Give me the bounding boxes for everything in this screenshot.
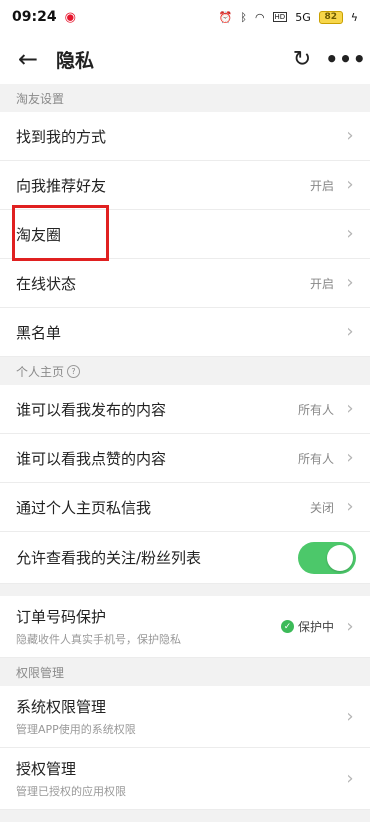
charging-icon: ϟ [350,10,358,24]
row-label: 谁可以看我发布的内容 [16,400,167,419]
row-homepage-message[interactable]: 通过个人主页私信我 关闭 › [0,483,370,532]
follow-list-toggle[interactable] [298,541,356,574]
row-label: 在线状态 [16,274,77,293]
row-online-status[interactable]: 在线状态 开启 › [0,259,370,308]
chevron-right-icon: › [346,615,354,637]
row-who-see-posts[interactable]: 谁可以看我发布的内容 所有人 › [0,385,370,434]
row-label: 找到我的方式 [16,127,107,146]
row-label: 通过个人主页私信我 [16,498,152,517]
row-sublabel: 管理已授权的应用权限 [16,785,126,798]
section-header-permissions: 权限管理 [0,658,370,686]
alarm-icon: ⏰ [218,10,233,24]
row-follow-list-visibility: 允许查看我的关注/粉丝列表 [0,532,370,584]
row-sublabel: 隐藏收件人真实手机号，保护隐私 [16,633,181,646]
wifi-icon: ◠ [254,10,265,24]
chevron-right-icon: › [346,767,354,789]
row-value: 所有人 [297,451,334,466]
section-header-friends: 淘友设置 [0,84,370,112]
chevron-right-icon: › [346,705,354,727]
row-sublabel: 管理APP使用的系统权限 [16,723,136,736]
row-find-me[interactable]: 找到我的方式 › [0,112,370,161]
weibo-icon: ◉ [64,9,76,25]
chevron-right-icon: › [346,496,354,517]
toggle-knob [327,544,353,571]
row-value: ✓ 保护中 [280,618,334,635]
status-bar: 09:24 ◉ ⏰ ᛒ ◠ HD 5G 82 ϟ [0,0,370,34]
more-icon: ••• [325,47,367,71]
check-circle-icon: ✓ [280,620,294,633]
row-value: 开启 [309,276,334,291]
protection-status: 保护中 [297,620,334,634]
row-recommend-friends[interactable]: 向我推荐好友 开启 › [0,161,370,210]
row-label: 系统权限管理 [16,698,107,716]
row-label: 允许查看我的关注/粉丝列表 [16,549,202,567]
hd-icon: HD [272,12,288,22]
row-value: 开启 [309,178,334,193]
chevron-right-icon: › [346,321,354,342]
more-button[interactable]: ••• [322,34,370,84]
back-button[interactable]: ← [0,34,56,84]
section-header-homepage: 个人主页 ? [0,357,370,385]
chevron-right-icon: › [346,447,354,468]
row-label: 黑名单 [16,323,62,342]
row-label: 淘友圈 [16,225,62,244]
chevron-right-icon: › [346,398,354,419]
help-icon[interactable]: ? [67,364,81,378]
row-authorization[interactable]: 授权管理 管理已授权的应用权限 › [0,748,370,810]
row-system-permissions[interactable]: 系统权限管理 管理APP使用的系统权限 › [0,686,370,748]
refresh-icon: ↻ [292,46,312,72]
row-value: 关闭 [309,500,334,515]
chevron-right-icon: › [346,125,354,146]
section-header-label: 个人主页 [16,364,65,379]
row-label: 谁可以看我点赞的内容 [16,449,167,468]
row-order-protection[interactable]: 订单号码保护 隐藏收件人真实手机号，保护隐私 ✓ 保护中 › [0,596,370,658]
app-bar: ← 隐私 ↻ ••• [0,34,370,84]
settings-list: 淘友设置 找到我的方式 › 向我推荐好友 开启 › 淘友圈 › 在线状态 开启 … [0,84,370,810]
chevron-right-icon: › [346,272,354,293]
row-label: 授权管理 [16,760,77,778]
chevron-right-icon: › [346,174,354,195]
row-blacklist[interactable]: 黑名单 › [0,308,370,357]
row-label: 向我推荐好友 [16,176,107,195]
battery-icon: 82 [318,10,343,24]
chevron-right-icon: › [346,223,354,244]
network-label: 5G [295,10,311,24]
back-arrow-icon: ← [17,45,39,73]
bluetooth-icon: ᛒ [240,10,247,24]
status-time: 09:24 [12,9,57,25]
section-gap [0,584,370,596]
row-who-see-likes[interactable]: 谁可以看我点赞的内容 所有人 › [0,434,370,483]
row-label: 订单号码保护 [16,608,107,626]
row-taoyou-circle[interactable]: 淘友圈 › [0,210,370,259]
page-title: 隐私 [56,49,95,72]
refresh-button[interactable]: ↻ [282,34,322,84]
row-value: 所有人 [297,402,334,417]
